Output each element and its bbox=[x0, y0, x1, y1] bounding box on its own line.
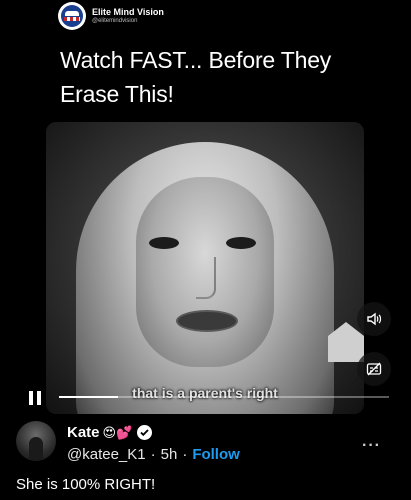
reply-handle[interactable]: @katee_K1 bbox=[67, 446, 146, 463]
volume-button[interactable] bbox=[357, 302, 391, 336]
verified-badge-icon bbox=[137, 425, 153, 440]
video-player[interactable]: that is a parent's right bbox=[46, 122, 364, 414]
eagle-flag-icon bbox=[61, 5, 83, 27]
pause-button[interactable] bbox=[26, 389, 44, 407]
video-frame-mouth bbox=[176, 310, 238, 332]
source-handle: @elitemindvision bbox=[92, 17, 138, 24]
post-headline: Watch FAST... Before They Erase This! bbox=[60, 47, 332, 107]
pause-bar-left bbox=[29, 391, 33, 405]
reply-meta-row: @katee_K1 · 5h · Follow bbox=[67, 446, 240, 463]
reply-text: She is 100% RIGHT! bbox=[16, 476, 156, 493]
captions-button[interactable] bbox=[357, 352, 391, 386]
source-avatar[interactable] bbox=[58, 2, 86, 30]
meta-dot-2: · bbox=[182, 446, 188, 463]
source-text: Elite Mind Vision @elitemindvision bbox=[92, 7, 164, 24]
video-caption: that is a parent's right bbox=[132, 385, 278, 401]
reply-display-name[interactable]: Kate bbox=[67, 424, 100, 441]
video-progress-track[interactable] bbox=[59, 396, 389, 398]
pause-bar-right bbox=[37, 391, 41, 405]
speaker-muted-icon bbox=[367, 312, 382, 326]
video-frame-nose bbox=[196, 257, 216, 299]
embedded-source-header[interactable]: Elite Mind Vision @elitemindvision bbox=[58, 0, 164, 32]
reply-name-emojis: 😍💕 bbox=[102, 425, 133, 440]
captions-off-icon bbox=[366, 362, 382, 376]
source-name: Elite Mind Vision bbox=[92, 7, 164, 18]
video-frame-eye-left bbox=[149, 237, 179, 249]
follow-button[interactable]: Follow bbox=[192, 446, 240, 463]
video-progress-fill bbox=[59, 396, 119, 398]
reply-avatar[interactable] bbox=[16, 421, 56, 461]
reply-name-row: Kate 😍💕 bbox=[67, 424, 153, 441]
more-options-icon[interactable]: ··· bbox=[362, 437, 381, 455]
reply-time: 5h bbox=[160, 446, 178, 463]
meta-dot: · bbox=[150, 446, 156, 463]
video-frame-eye-right bbox=[226, 237, 256, 249]
